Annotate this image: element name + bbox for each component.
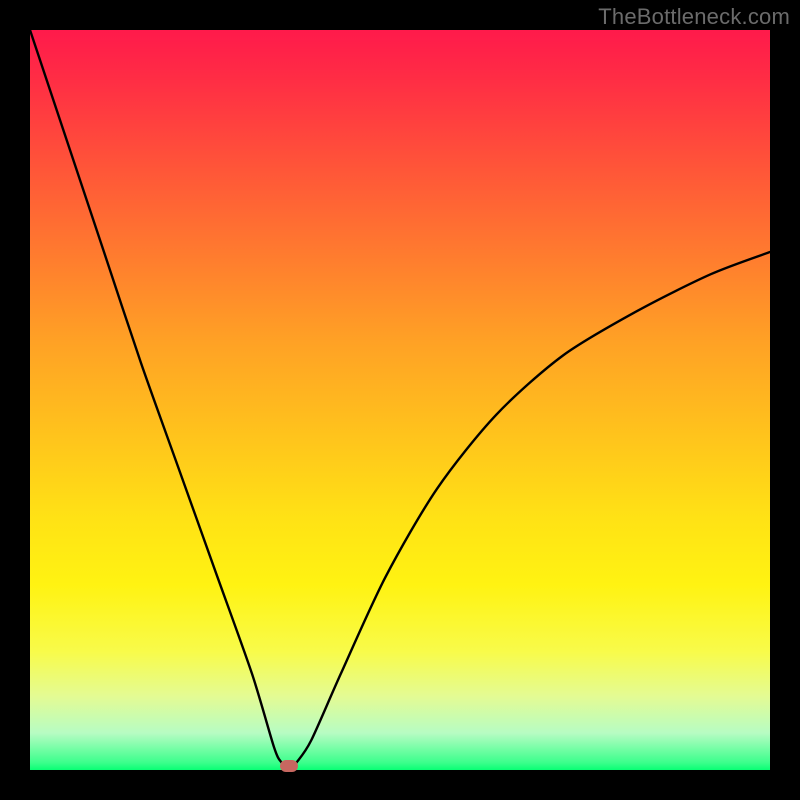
chart-frame: TheBottleneck.com (0, 0, 800, 800)
bottleneck-curve (30, 30, 770, 770)
curve-path (30, 30, 770, 770)
optimal-point-marker (280, 760, 298, 772)
watermark-text: TheBottleneck.com (598, 4, 790, 30)
plot-area (30, 30, 770, 770)
